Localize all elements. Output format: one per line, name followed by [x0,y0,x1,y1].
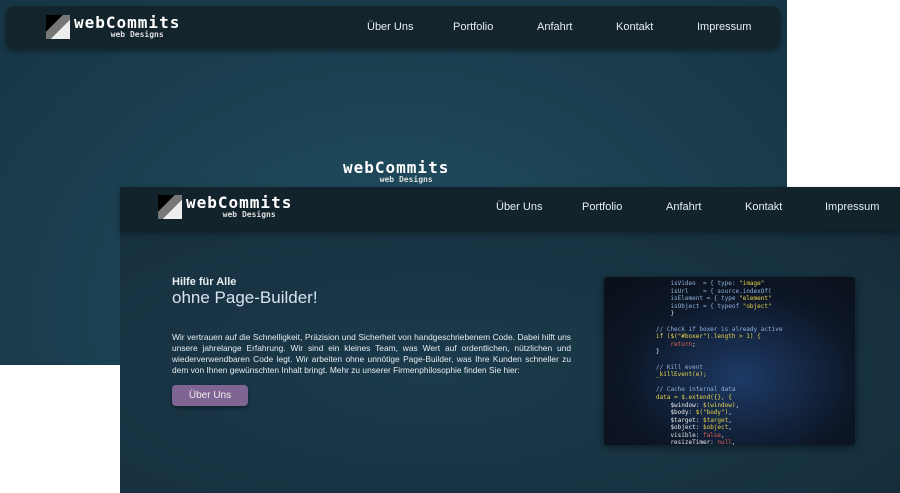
brand-tagline: web Designs [110,30,164,39]
brand-name: webCommits [343,158,450,177]
brand-name: webCommits [186,193,293,212]
nav-anfahrt[interactable]: Anfahrt [537,21,616,33]
nav-anfahrt[interactable]: Anfahrt [666,201,745,213]
nav-portfolio[interactable]: Portfolio [582,201,666,213]
ueber-uns-button[interactable]: Über Uns [172,385,248,406]
logo-icon [46,15,70,39]
nav-ueber-uns[interactable]: Über Uns [496,201,582,213]
nav-ueber-uns[interactable]: Über Uns [367,21,453,33]
nav-kontakt[interactable]: Kontakt [616,21,697,33]
code-image: isVideo = { type: "image" isUrl = { sour… [604,277,855,445]
top-navbar: webCommits web Designs Über Uns Portfolio… [120,187,900,230]
nav-kontakt[interactable]: Kontakt [745,201,825,213]
logo-icon [158,195,182,219]
nav-menu-back: Über Uns Portfolio Anfahrt Kontakt Impre… [367,21,751,33]
hero-title: ohne Page-Builder! [172,288,318,307]
hero-kicker: Hilfe für Alle [172,276,237,288]
nav-impressum[interactable]: Impressum [825,201,879,213]
logo[interactable]: webCommits web Designs [46,15,180,39]
logo[interactable]: webCommits web Designs [158,195,292,219]
nav-portfolio[interactable]: Portfolio [453,21,537,33]
brand-name: webCommits [74,13,181,32]
brand-tagline: web Designs [379,175,433,184]
brand-tagline: web Designs [222,210,276,219]
center-logo: webCommits web Designs [343,160,449,184]
nav-menu: Über Uns Portfolio Anfahrt Kontakt Impre… [496,201,879,213]
hero-text: Wir vertrauen auf die Schnelligkeit, Prä… [172,332,571,375]
top-navbar-back: webCommits web Designs Über Uns Portfolio… [6,6,780,48]
nav-impressum[interactable]: Impressum [697,21,751,33]
foreground-page: webCommits web Designs Über Uns Portfolio… [120,187,900,493]
